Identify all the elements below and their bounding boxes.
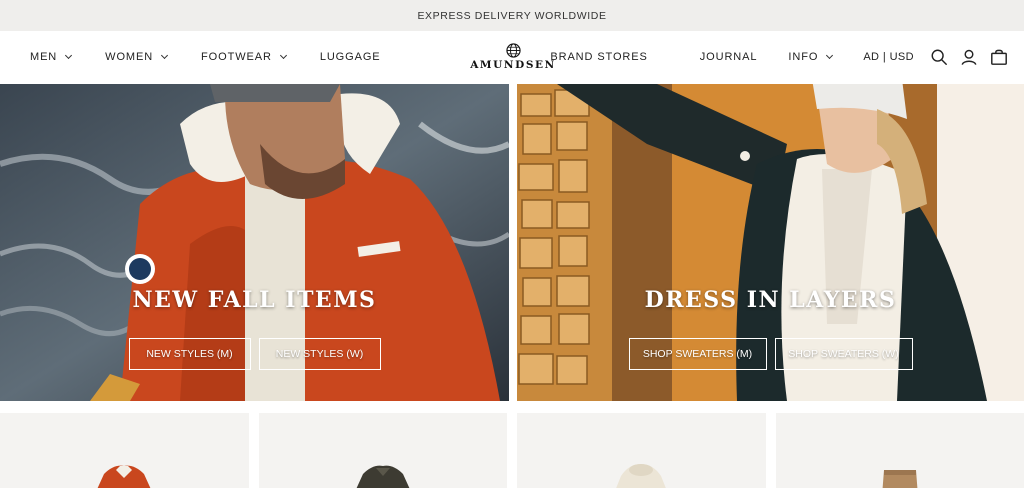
nav-item-brand-stores[interactable]: BRAND STORES xyxy=(550,51,647,63)
chevron-down-icon xyxy=(161,51,169,60)
hero-buttons: SHOP SWEATERS (M) SHOP SWEATERS (W) xyxy=(517,338,1024,370)
product-image-trousers xyxy=(882,470,918,488)
search-button[interactable] xyxy=(928,46,950,68)
chevron-down-icon xyxy=(65,51,73,60)
nav-item-women[interactable]: WOMEN xyxy=(105,51,169,63)
brand-logo[interactable]: AMUNDSEN xyxy=(466,43,560,73)
account-icon xyxy=(961,49,977,65)
logo-text: AMUNDSEN xyxy=(470,59,556,71)
nav-label: BRAND STORES xyxy=(550,51,648,63)
nav-label: LUGGAGE xyxy=(319,51,381,63)
globe-icon xyxy=(505,43,521,58)
nav-item-info[interactable]: INFO xyxy=(788,51,834,63)
nav-label: JOURNAL xyxy=(699,51,758,63)
hero-title: NEW FALL ITEMS xyxy=(132,287,377,313)
product-grid xyxy=(0,413,1024,488)
nav-label: MEN xyxy=(30,51,58,63)
primary-nav: MEN WOMEN FOOTWEAR LUGGAGE xyxy=(30,31,415,83)
secondary-nav: BRAND STORES JOURNAL INFO AD | USD xyxy=(550,31,1024,83)
product-card[interactable] xyxy=(258,413,507,488)
nav-item-footwear[interactable]: FOOTWEAR xyxy=(201,51,287,63)
hero-new-fall-items[interactable]: NEW FALL ITEMS NEW STYLES (M) NEW STYLES… xyxy=(0,84,509,401)
product-image-coat xyxy=(356,465,410,488)
product-image-sweater xyxy=(616,464,667,488)
site-header: MEN WOMEN FOOTWEAR LUGGAGE AMUNDSEN BRAN… xyxy=(0,31,1024,83)
new-styles-women-button[interactable]: NEW STYLES (W) xyxy=(258,338,381,370)
product-card[interactable] xyxy=(517,413,766,488)
product-image-jacket xyxy=(97,465,151,488)
product-card[interactable] xyxy=(775,413,1024,488)
new-styles-men-button[interactable]: NEW STYLES (M) xyxy=(128,338,251,370)
chevron-down-icon xyxy=(826,51,834,60)
locale-label: AD | USD xyxy=(863,51,914,63)
hero-buttons: NEW STYLES (M) NEW STYLES (W) xyxy=(0,338,509,370)
nav-item-luggage[interactable]: LUGGAGE xyxy=(320,51,381,63)
nav-item-men[interactable]: MEN xyxy=(30,51,73,63)
account-button[interactable] xyxy=(958,46,980,68)
announcement-bar: EXPRESS DELIVERY WORLDWIDE xyxy=(0,0,1024,31)
bag-icon xyxy=(991,49,1007,65)
hero-dress-in-layers[interactable]: DRESS IN LAYERS SHOP SWEATERS (M) SHOP S… xyxy=(517,84,1024,401)
nav-item-journal[interactable]: JOURNAL xyxy=(700,51,758,63)
nav-label: INFO xyxy=(788,51,819,63)
hero-title: DRESS IN LAYERS xyxy=(644,287,897,313)
search-icon xyxy=(931,49,947,65)
shop-sweaters-women-button[interactable]: SHOP SWEATERS (W) xyxy=(774,338,913,370)
nav-label: WOMEN xyxy=(105,51,154,63)
chevron-down-icon xyxy=(279,51,287,60)
bag-button[interactable] xyxy=(988,46,1010,68)
nav-label: FOOTWEAR xyxy=(201,51,272,63)
product-card[interactable] xyxy=(0,413,249,488)
announcement-text: EXPRESS DELIVERY WORLDWIDE xyxy=(417,9,607,22)
shop-sweaters-men-button[interactable]: SHOP SWEATERS (M) xyxy=(628,338,767,370)
locale-selector[interactable]: AD | USD xyxy=(863,51,914,63)
